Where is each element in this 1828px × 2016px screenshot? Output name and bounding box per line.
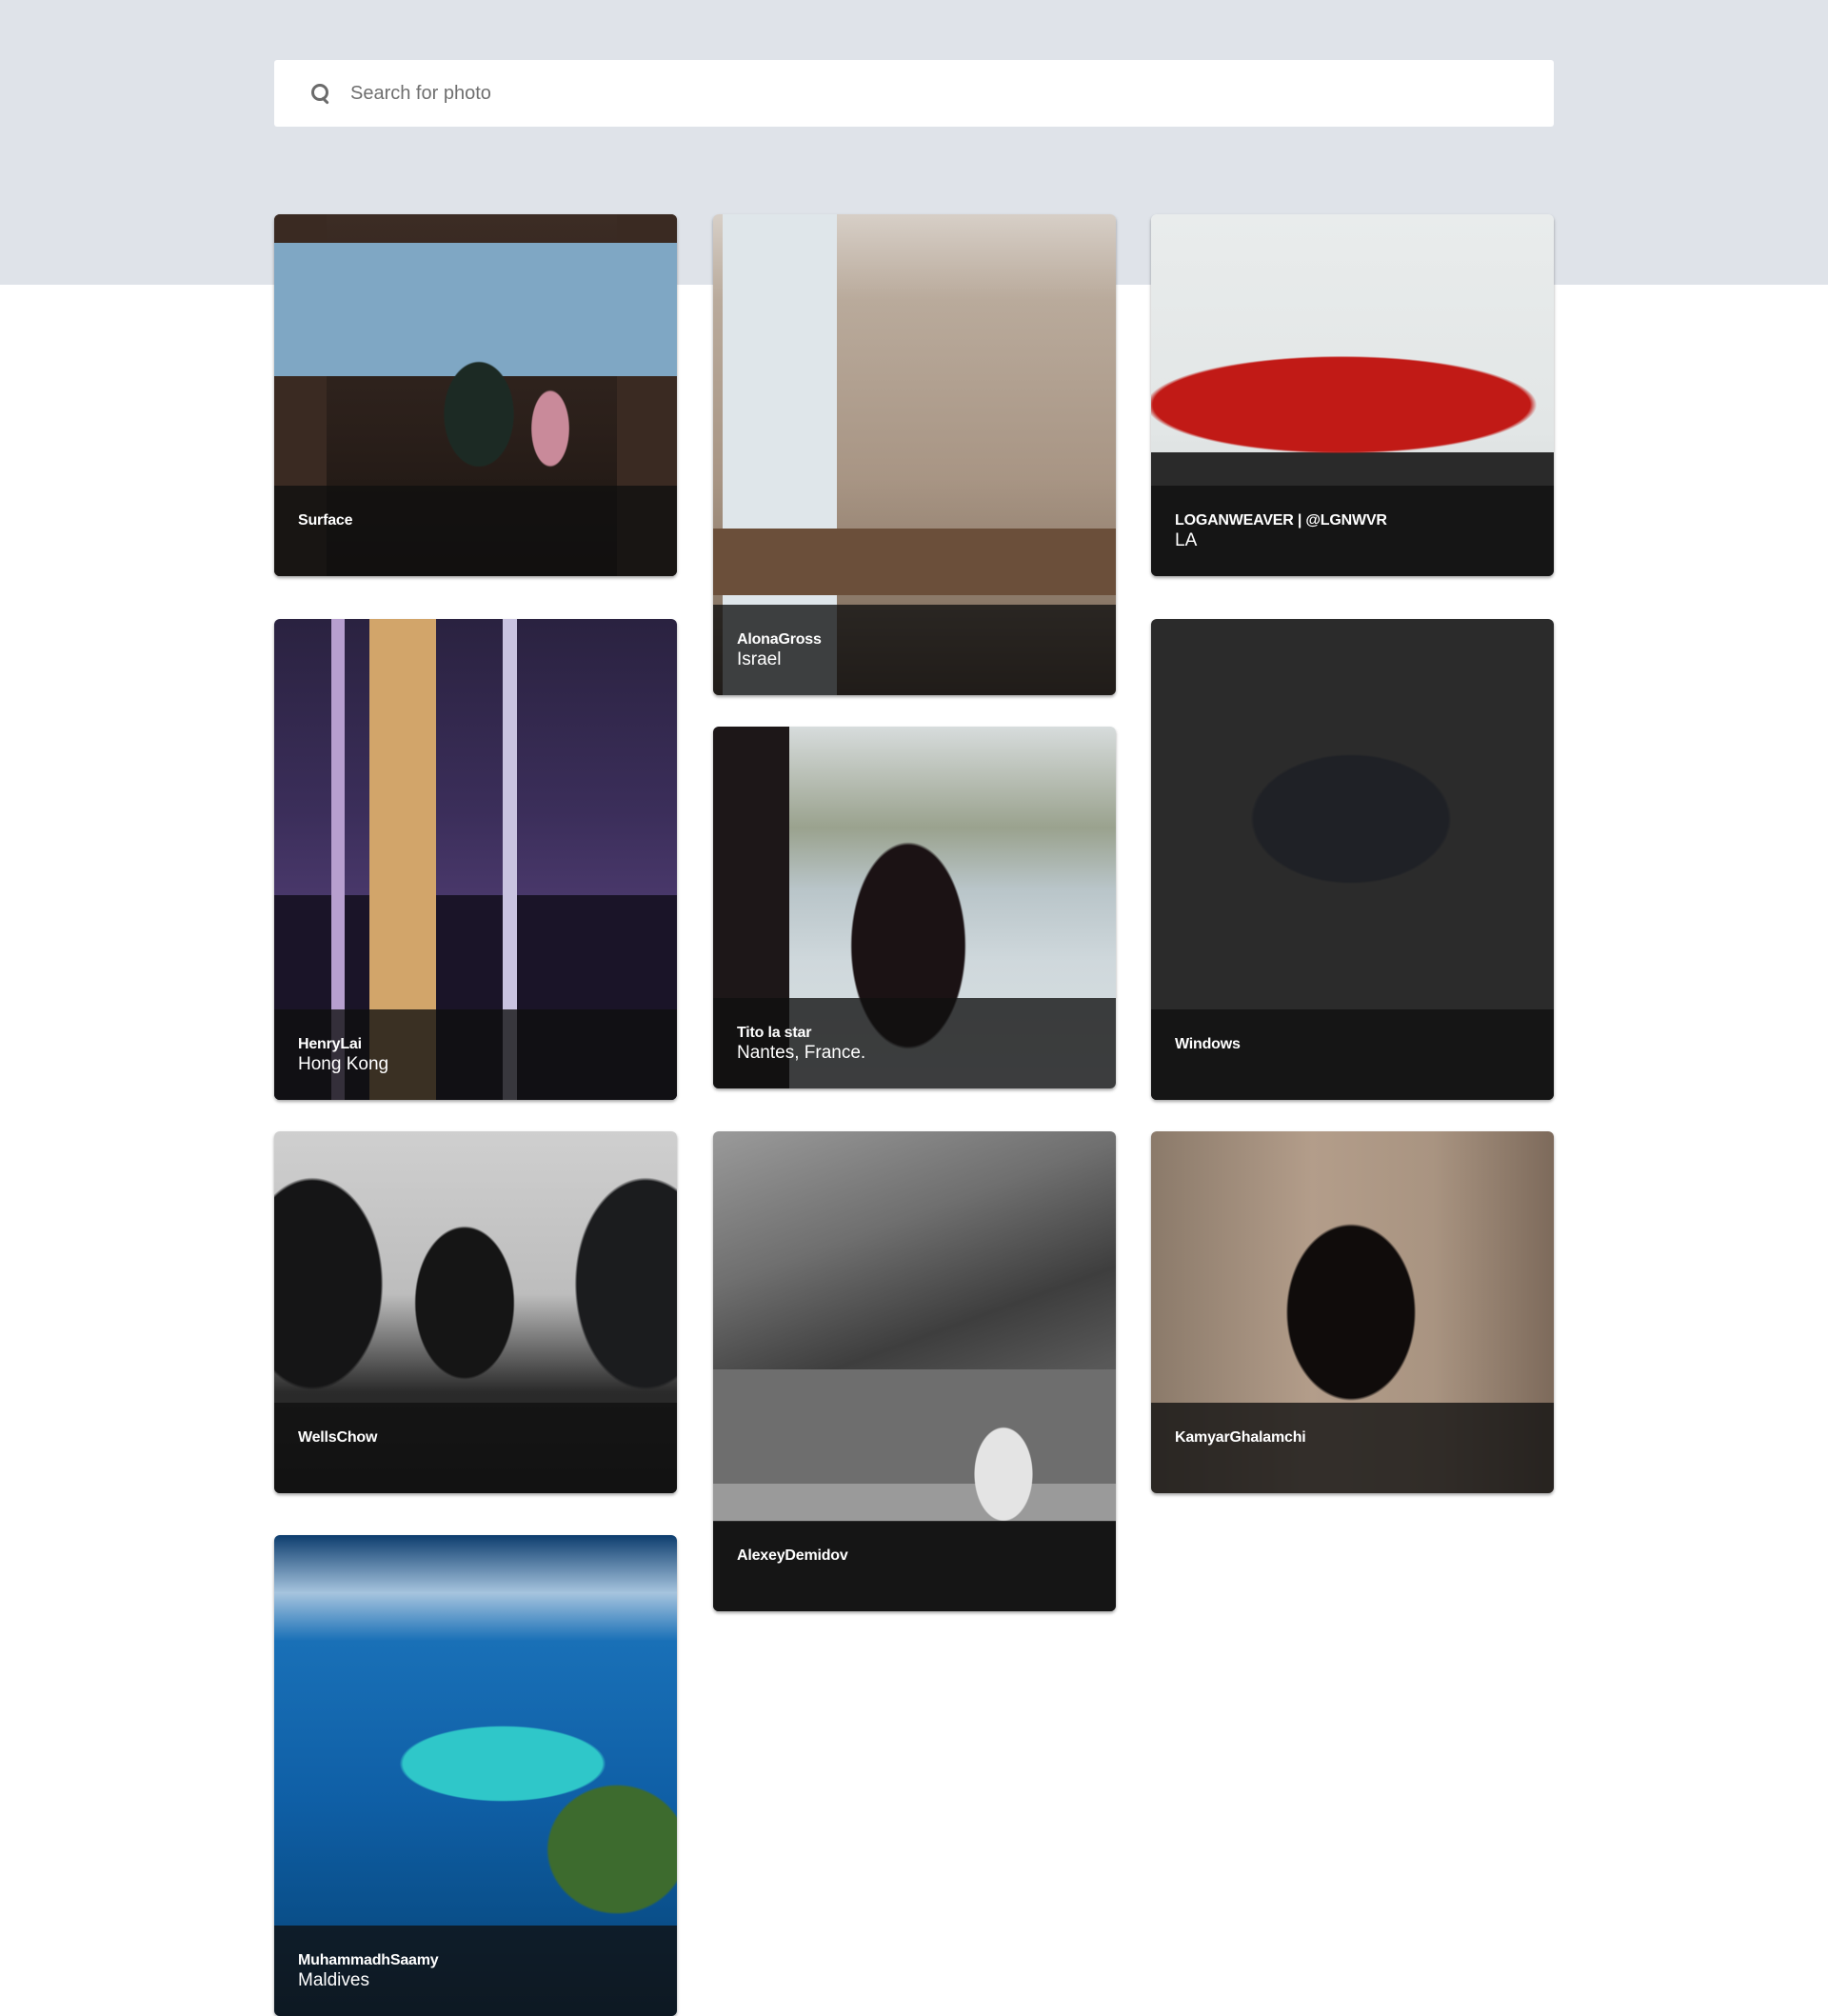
photo-author: Surface bbox=[298, 512, 353, 529]
search-input[interactable] bbox=[350, 82, 1493, 105]
photo-author: Tito la star bbox=[737, 1025, 812, 1041]
photo-caption: HenryLai Hong Kong bbox=[274, 1009, 677, 1100]
photo-author: MuhammadhSaamy bbox=[298, 1952, 439, 1968]
photo-author: WellsChow bbox=[298, 1429, 378, 1446]
photo-caption: Tito la star Nantes, France. bbox=[713, 998, 1116, 1088]
photo-caption: Windows bbox=[1151, 1009, 1554, 1100]
photo-location: Nantes, France. bbox=[737, 1043, 866, 1063]
photo-card[interactable]: Windows bbox=[1151, 619, 1554, 1100]
photo-caption: AlexeyDemidov bbox=[713, 1521, 1116, 1611]
photo-author: Windows bbox=[1175, 1036, 1241, 1052]
photo-author: KamyarGhalamchi bbox=[1175, 1429, 1306, 1446]
photo-location: Maldives bbox=[298, 1970, 369, 1990]
photo-author: HenryLai bbox=[298, 1036, 362, 1052]
photo-caption: WellsChow bbox=[274, 1403, 677, 1493]
photo-card[interactable]: LOGANWEAVER | @LGNWVR LA bbox=[1151, 214, 1554, 576]
search-bar[interactable] bbox=[274, 60, 1554, 127]
photo-author: AlonaGross bbox=[737, 631, 822, 648]
photo-card[interactable]: HenryLai Hong Kong bbox=[274, 619, 677, 1100]
photo-location: Hong Kong bbox=[298, 1054, 389, 1074]
search-icon bbox=[310, 83, 331, 104]
photo-location: LA bbox=[1175, 530, 1198, 550]
photo-author: AlexeyDemidov bbox=[737, 1547, 848, 1564]
photo-card[interactable]: Tito la star Nantes, France. bbox=[713, 727, 1116, 1088]
photo-card[interactable]: AlonaGross Israel bbox=[713, 214, 1116, 695]
photo-author: LOGANWEAVER | @LGNWVR bbox=[1175, 512, 1387, 529]
photo-card[interactable]: MuhammadhSaamy Maldives bbox=[274, 1535, 677, 2016]
photo-caption: MuhammadhSaamy Maldives bbox=[274, 1926, 677, 2016]
photo-caption: LOGANWEAVER | @LGNWVR LA bbox=[1151, 486, 1554, 576]
photo-caption: Surface bbox=[274, 486, 677, 576]
photo-card[interactable]: Surface bbox=[274, 214, 677, 576]
photo-card[interactable]: WellsChow bbox=[274, 1131, 677, 1493]
photo-card[interactable]: KamyarGhalamchi bbox=[1151, 1131, 1554, 1493]
photo-card[interactable]: AlexeyDemidov bbox=[713, 1131, 1116, 1611]
photo-location: Israel bbox=[737, 649, 782, 669]
photo-caption: AlonaGross Israel bbox=[713, 605, 1116, 695]
photo-caption: KamyarGhalamchi bbox=[1151, 1403, 1554, 1493]
